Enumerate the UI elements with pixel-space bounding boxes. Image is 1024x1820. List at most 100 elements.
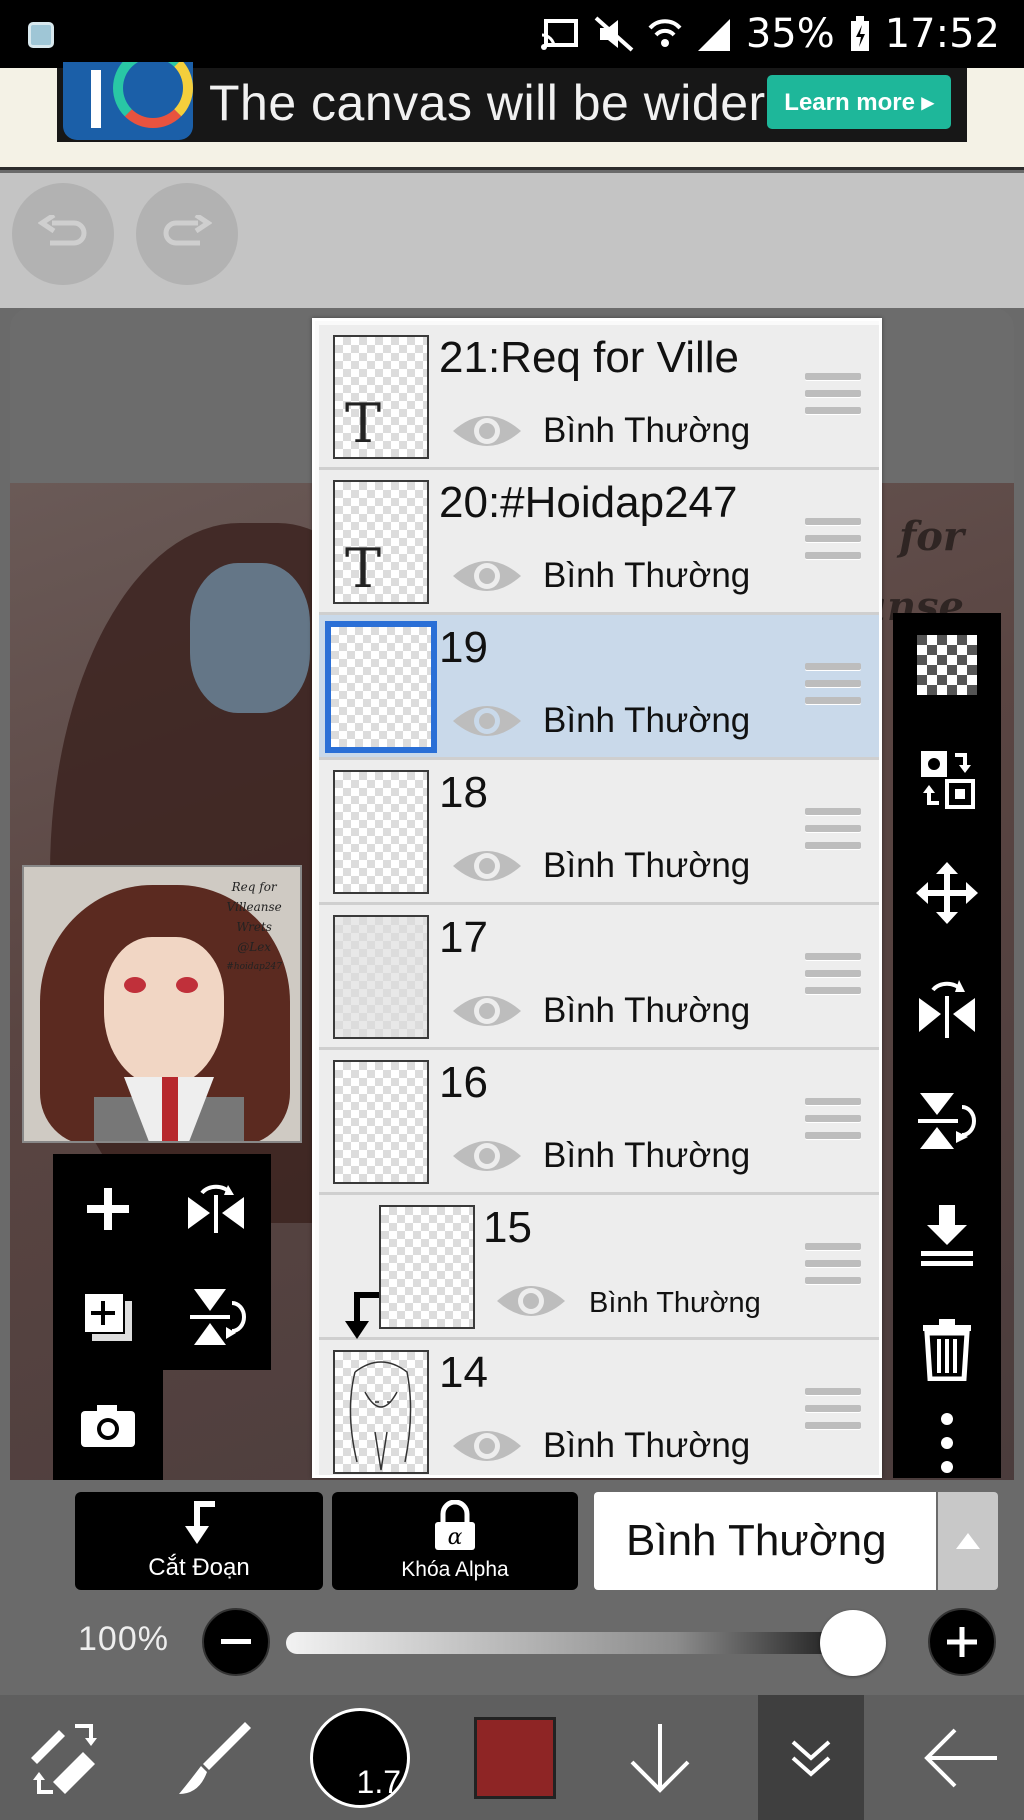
layer-blend-mode: Bình Thường xyxy=(543,411,751,450)
layer-blend-mode: Bình Thường xyxy=(543,846,751,885)
visibility-eye-icon[interactable] xyxy=(451,1424,523,1468)
status-icons: 35% 17:52 xyxy=(540,0,1000,68)
redo-button[interactable] xyxy=(136,183,238,285)
layer-thumbnail: T xyxy=(333,480,429,604)
layer-blend-mode: Bình Thường xyxy=(589,1287,761,1319)
cast-icon xyxy=(540,19,578,50)
undo-button[interactable] xyxy=(12,183,114,285)
alpha-lock-label: Khóa Alpha xyxy=(401,1558,509,1581)
ad-banner-area: The canvas will be wider. Learn more ▸ xyxy=(0,62,1024,170)
color-button[interactable] xyxy=(460,1695,570,1820)
drag-handle-icon[interactable] xyxy=(805,663,861,711)
visibility-eye-icon[interactable] xyxy=(451,989,523,1033)
visibility-eye-icon[interactable] xyxy=(451,844,523,888)
visibility-eye-icon[interactable] xyxy=(495,1279,567,1323)
chevron-up-icon xyxy=(956,1533,980,1549)
opacity-decrease-button[interactable] xyxy=(202,1608,270,1676)
clipping-arrow-icon xyxy=(185,1501,215,1544)
layer-down-button[interactable] xyxy=(610,1695,710,1820)
flip-horizontal-icon xyxy=(188,1184,244,1233)
merge-down-button[interactable] xyxy=(907,1195,987,1275)
flip-vertical-button[interactable] xyxy=(171,1272,261,1362)
blend-mode-dropdown-button[interactable] xyxy=(938,1492,998,1590)
layer-row[interactable]: 18 Bình Thường xyxy=(319,760,879,905)
flip-layer-vertical-button[interactable] xyxy=(907,1081,987,1161)
drag-handle-icon[interactable] xyxy=(805,518,861,566)
redo-icon xyxy=(163,215,212,246)
brush-eraser-switch-icon xyxy=(31,1723,97,1794)
drag-handle-icon[interactable] xyxy=(805,1243,861,1291)
layers-panel-button[interactable] xyxy=(758,1695,864,1820)
clipping-label: Cắt Đoạn xyxy=(148,1554,250,1581)
camera-icon xyxy=(81,1405,135,1447)
minus-icon xyxy=(221,1639,251,1644)
alpha-lock-button[interactable]: α Khóa Alpha xyxy=(332,1492,578,1590)
layer-name: 14 xyxy=(439,1348,488,1397)
drag-handle-icon[interactable] xyxy=(805,1388,861,1436)
flip-vertical-icon xyxy=(190,1289,246,1345)
layer-row[interactable]: 16 Bình Thường xyxy=(319,1050,879,1195)
blend-mode-select[interactable]: Bình Thường xyxy=(594,1492,936,1590)
layer-row[interactable]: 14 Bình Thường xyxy=(319,1340,879,1475)
opacity-increase-button[interactable] xyxy=(928,1608,996,1676)
battery-icon xyxy=(850,16,869,51)
delete-layer-button[interactable] xyxy=(907,1309,987,1389)
camera-button[interactable] xyxy=(63,1380,153,1470)
flip-horizontal-button[interactable] xyxy=(171,1164,261,1254)
layer-row[interactable]: T 21:Req for Ville Bình Thường xyxy=(319,325,879,470)
visibility-eye-icon[interactable] xyxy=(451,1134,523,1178)
app-notification-icon xyxy=(28,22,54,48)
back-button[interactable] xyxy=(900,1695,1020,1820)
tool-switch-button[interactable] xyxy=(10,1695,120,1820)
duplicate-layer-button[interactable] xyxy=(63,1272,153,1362)
layer-name: 19 xyxy=(439,623,488,672)
layer-row[interactable]: T 20:#Hoidap247 Bình Thường xyxy=(319,470,879,615)
canvas-text-line: for xyxy=(899,513,964,560)
drag-handle-icon[interactable] xyxy=(805,373,861,421)
flip-vertical-icon xyxy=(918,1093,976,1149)
layer-thumbnail xyxy=(325,621,437,753)
visibility-eye-icon[interactable] xyxy=(451,699,523,743)
learn-more-button[interactable]: Learn more ▸ xyxy=(767,75,951,129)
opacity-slider[interactable] xyxy=(286,1632,886,1654)
brush-size-button[interactable]: 1.7 xyxy=(300,1695,420,1820)
layer-name: 17 xyxy=(439,913,488,962)
layer-row-clipped[interactable]: 15 Bình Thường xyxy=(319,1195,879,1340)
add-layer-button[interactable] xyxy=(63,1164,153,1254)
text-layer-icon: T xyxy=(345,392,382,455)
swap-layer-button[interactable] xyxy=(907,739,987,819)
more-options-button[interactable] xyxy=(907,1403,987,1483)
battery-percent: 35% xyxy=(745,11,835,57)
ad-banner[interactable]: The canvas will be wider. Learn more ▸ xyxy=(57,62,967,142)
checkerboard-icon xyxy=(917,635,977,695)
brush-tool-button[interactable] xyxy=(160,1695,270,1820)
svg-text:α: α xyxy=(448,1525,463,1550)
layer-row-selected[interactable]: 19 Bình Thường xyxy=(319,615,879,760)
clipping-button[interactable]: Cắt Đoạn xyxy=(75,1492,323,1590)
top-toolbar xyxy=(0,173,1024,308)
visibility-eye-icon[interactable] xyxy=(451,554,523,598)
opacity-label: 100% xyxy=(78,1620,169,1658)
reference-preview[interactable]: Req for Villeanse Wrets @Lex #hoidap247 xyxy=(22,865,302,1143)
opacity-slider-handle[interactable] xyxy=(820,1610,886,1676)
layer-name: 20:#Hoidap247 xyxy=(439,478,738,527)
drag-handle-icon[interactable] xyxy=(805,808,861,856)
layer-thumbnail xyxy=(333,915,429,1039)
plus-icon xyxy=(947,1627,977,1657)
visibility-eye-icon[interactable] xyxy=(451,409,523,453)
layer-blend-mode: Bình Thường xyxy=(543,991,751,1030)
ad-logo-icon xyxy=(63,62,193,140)
arrow-down-icon xyxy=(630,1723,690,1793)
drag-handle-icon[interactable] xyxy=(805,1098,861,1146)
transparent-layer-button[interactable] xyxy=(907,625,987,705)
move-layer-button[interactable] xyxy=(907,853,987,933)
ad-text: The canvas will be wider. xyxy=(209,75,778,131)
double-chevron-down-icon xyxy=(791,1740,831,1777)
preview-caption: Req for Villeanse Wrets @Lex #hoidap247 xyxy=(226,880,282,972)
clipping-arrow-icon xyxy=(345,1292,379,1339)
layer-tools-right xyxy=(893,613,1001,1478)
flip-layer-horizontal-button[interactable] xyxy=(907,967,987,1047)
drag-handle-icon[interactable] xyxy=(805,953,861,1001)
signal-icon xyxy=(697,19,730,51)
layer-row[interactable]: 17 Bình Thường xyxy=(319,905,879,1050)
